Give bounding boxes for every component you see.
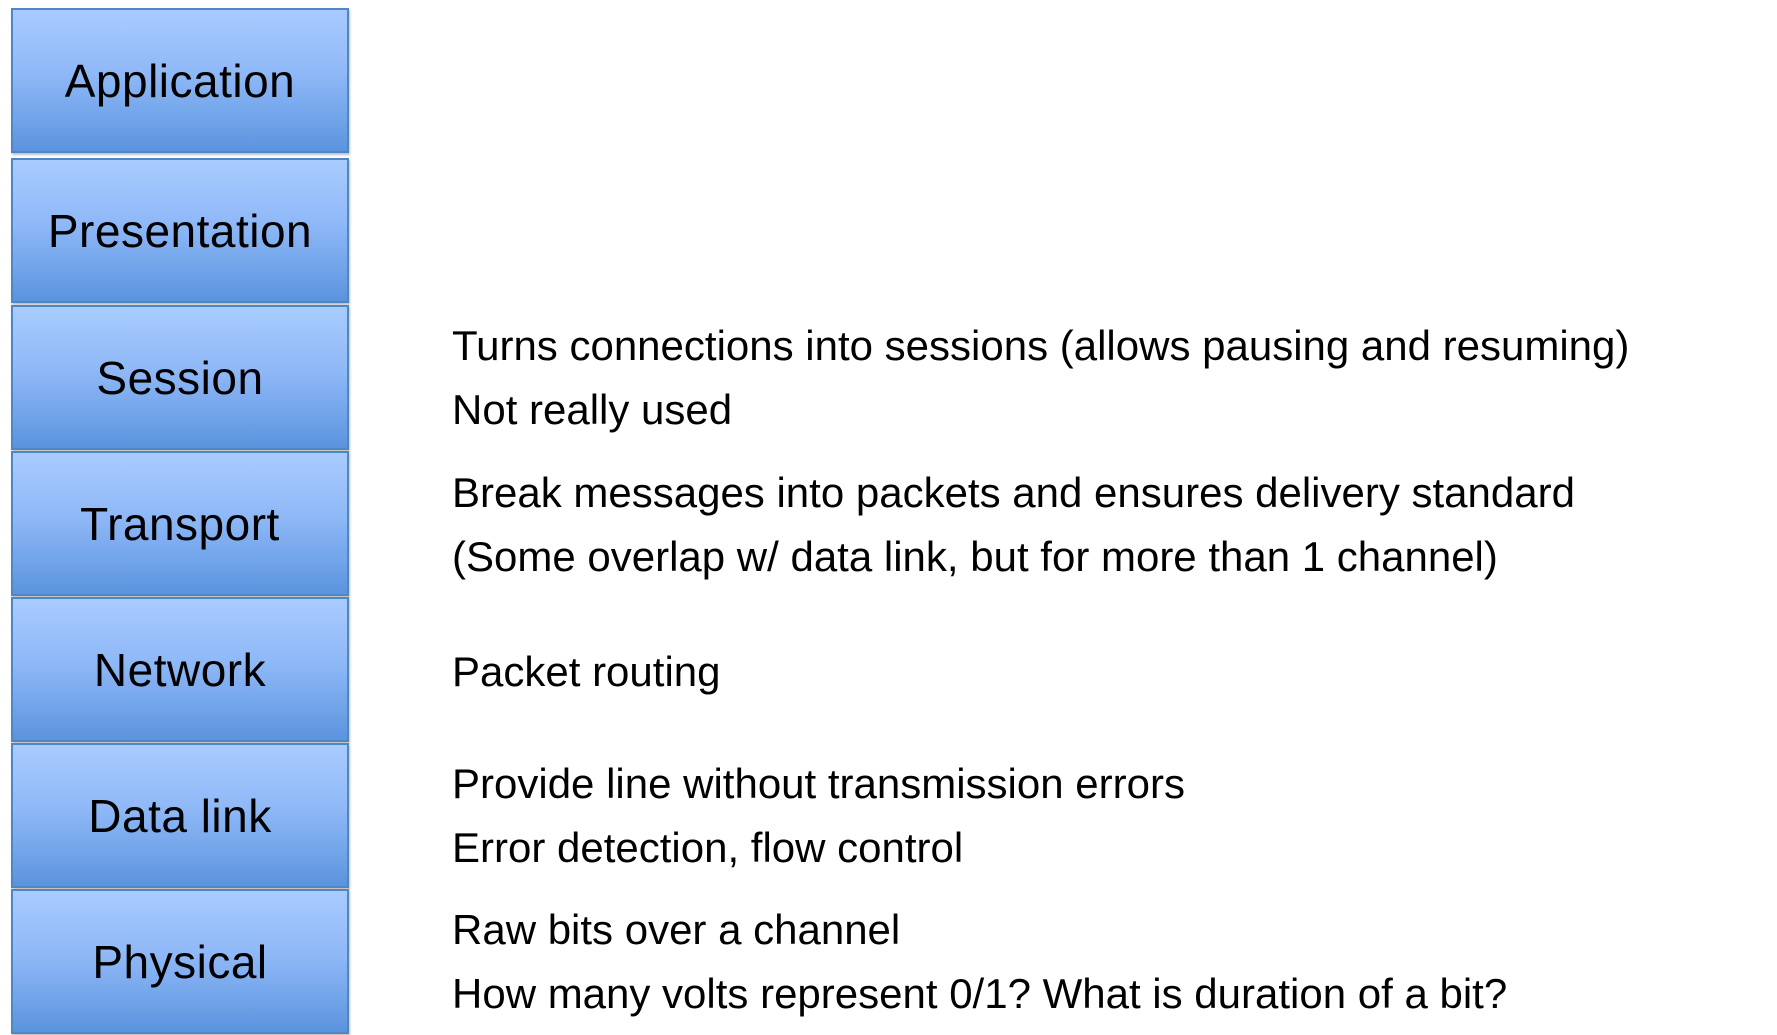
- description-line: Packet routing: [452, 648, 721, 695]
- physical-description: Raw bits over a channel How many volts r…: [452, 898, 1507, 1026]
- description-line: Not really used: [452, 386, 733, 433]
- layer-label: Application: [64, 54, 296, 107]
- layer-data-link: Data link: [11, 743, 349, 888]
- layer-application: Application: [11, 8, 349, 153]
- network-description: Packet routing: [452, 640, 721, 704]
- layer-transport: Transport: [11, 451, 349, 596]
- description-line: Raw bits over a channel: [452, 906, 901, 953]
- session-description: Turns connections into sessions (allows …: [452, 314, 1629, 442]
- layer-label: Session: [96, 351, 264, 404]
- layer-label: Network: [93, 643, 267, 696]
- layer-presentation: Presentation: [11, 158, 349, 303]
- description-line: (Some overlap w/ data link, but for more…: [452, 533, 1498, 580]
- layer-label: Transport: [80, 497, 280, 550]
- description-line: Break messages into packets and ensures …: [452, 469, 1575, 516]
- layer-network: Network: [11, 597, 349, 742]
- description-line: Error detection, flow control: [452, 824, 964, 871]
- description-line: How many volts represent 0/1? What is du…: [452, 970, 1508, 1017]
- layer-physical: Physical: [11, 889, 349, 1034]
- layer-label: Presentation: [47, 204, 313, 257]
- transport-description: Break messages into packets and ensures …: [452, 461, 1575, 589]
- layer-label: Data link: [88, 789, 272, 842]
- data-link-description: Provide line without transmission errors…: [452, 752, 1185, 880]
- layer-session: Session: [11, 305, 349, 450]
- description-line: Turns connections into sessions (allows …: [452, 322, 1630, 369]
- description-line: Provide line without transmission errors: [452, 760, 1185, 807]
- layer-label: Physical: [92, 935, 268, 988]
